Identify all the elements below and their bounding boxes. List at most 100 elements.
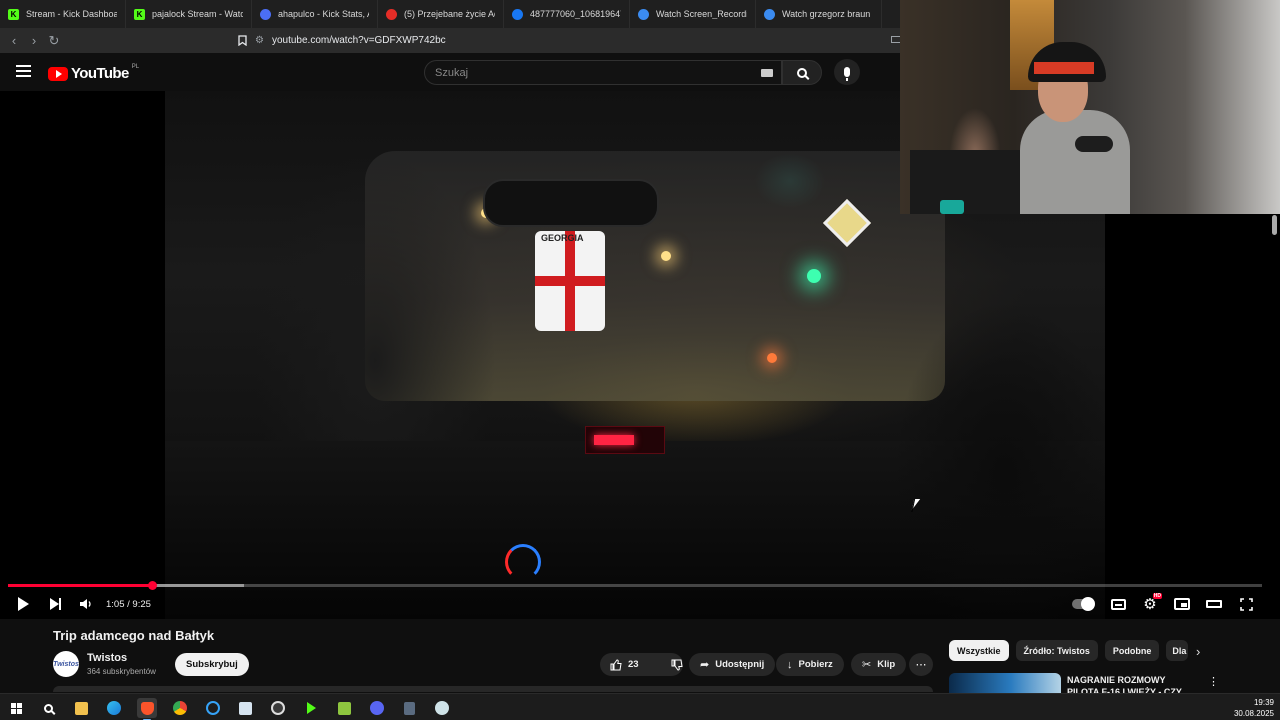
more-actions-button[interactable]: ⋯: [909, 653, 933, 676]
browser-tab[interactable]: ahapulco - Kick Stats, Analytics: [252, 0, 378, 28]
browser-tab[interactable]: Watch Screen_Recording_2: [630, 0, 756, 28]
theater-mode-button[interactable]: [1203, 593, 1225, 615]
search-input[interactable]: Szukaj: [424, 60, 782, 85]
forward-icon[interactable]: ›: [24, 31, 44, 51]
player-controls: 1:05 / 9:25 ⚙ HD: [0, 589, 1280, 619]
browser-tab[interactable]: Watch grzegorz braun | Stre: [756, 0, 882, 28]
taskbar-search[interactable]: [38, 698, 58, 718]
taskbar-app[interactable]: [235, 698, 255, 718]
address-bar[interactable]: ⚙ youtube.com/watch?v=GDFXWP742bc: [255, 31, 895, 50]
taskbar-app[interactable]: [432, 698, 452, 718]
share-button[interactable]: ➦ Udostępnij: [689, 653, 776, 676]
browser-tab[interactable]: K Stream - Kick Dashboard: [0, 0, 126, 28]
start-button[interactable]: [6, 698, 26, 718]
microphone-icon: [844, 67, 850, 81]
like-button[interactable]: 23: [600, 653, 649, 676]
tab-title: pajalock Stream - Watch Live: [152, 9, 243, 19]
green-app-icon: [337, 701, 351, 715]
chip-related[interactable]: Podobne: [1104, 640, 1160, 661]
taskbar-file-explorer[interactable]: [71, 698, 91, 718]
progress-bar[interactable]: [8, 581, 1262, 590]
tab-title: (5) Przejebane życie Adama: [404, 9, 495, 19]
taskbar-brave[interactable]: [137, 698, 157, 720]
tab-title: Stream - Kick Dashboard: [26, 9, 117, 19]
recommendation-title[interactable]: NAGRANIE ROZMOWY PILOTA F-16 I WIEŻY - C…: [1067, 674, 1197, 694]
screen-recorder-icon: [638, 8, 649, 20]
menu-icon[interactable]: [16, 65, 31, 77]
miniplayer-button[interactable]: [1171, 593, 1193, 615]
taskbar-calculator[interactable]: [399, 698, 419, 718]
pennant-text: GEORGIA: [541, 233, 584, 243]
taskbar-chrome[interactable]: [170, 698, 190, 718]
channel-name[interactable]: Twistos: [87, 652, 127, 664]
chip-for-you[interactable]: Dla: [1166, 640, 1189, 661]
youtube-masthead: YouTube PL Szukaj: [0, 53, 900, 91]
site-info-icon[interactable]: ⚙: [255, 35, 264, 46]
webcam-microphone: [1075, 136, 1113, 152]
search-button[interactable]: [782, 60, 822, 85]
taskbar-obs[interactable]: [268, 698, 288, 718]
recommendation-chips: Wszystkie Źródło: Twistos Podobne Dla: [949, 640, 1189, 661]
recommendation-thumbnail[interactable]: [949, 673, 1061, 693]
voice-search-button[interactable]: [834, 59, 860, 85]
chip-all[interactable]: Wszystkie: [949, 640, 1009, 661]
traffic-light: [807, 269, 821, 283]
webcam-streamer-body: [1020, 110, 1130, 214]
taskbar-kick[interactable]: [301, 698, 321, 718]
played-bar: [8, 584, 153, 587]
download-button[interactable]: ↓ Pobierz: [776, 653, 844, 676]
settings-button[interactable]: ⚙ HD: [1139, 593, 1162, 615]
dislike-button[interactable]: [661, 653, 693, 676]
chrome-icon: [173, 701, 187, 715]
subscribe-button[interactable]: Subskrybuj: [175, 653, 249, 676]
back-icon[interactable]: ‹: [4, 31, 24, 51]
fullscreen-button[interactable]: [1235, 593, 1257, 615]
folder-icon: [74, 701, 88, 715]
play-button[interactable]: [12, 593, 34, 615]
browser-toolbar: ‹ › ↻ ⚙ youtube.com/watch?v=GDFXWP742bc: [0, 28, 901, 53]
theater-icon: [1206, 600, 1222, 608]
taskbar-edge[interactable]: [104, 698, 124, 718]
clip-button[interactable]: ✂ Klip: [851, 653, 907, 676]
subtitles-button[interactable]: [1107, 593, 1129, 615]
georgia-flag-pennant: [535, 231, 605, 331]
logo-text: YouTube: [71, 65, 129, 82]
keyboard-icon[interactable]: [761, 69, 773, 77]
address-url: youtube.com/watch?v=GDFXWP742bc: [271, 35, 446, 46]
play-icon: [17, 597, 29, 611]
browser-tab[interactable]: K pajalock Stream - Watch Live: [126, 0, 252, 28]
fullscreen-icon: [1239, 597, 1253, 611]
reload-icon[interactable]: ↻: [44, 31, 64, 51]
thumbs-up-icon: [610, 658, 622, 670]
search-icon: [797, 67, 807, 78]
page-scrollbar[interactable]: [1272, 215, 1277, 235]
next-button[interactable]: [44, 593, 66, 615]
taskbar-discord[interactable]: [367, 698, 387, 718]
system-clock[interactable]: 19:39 30.08.2025: [1234, 697, 1274, 719]
like-dislike-group: 23: [600, 653, 683, 676]
search-placeholder: Szukaj: [435, 66, 469, 79]
hd-badge: HD: [1152, 593, 1162, 599]
tab-title: 487777060_1068196478678: [530, 9, 621, 19]
clip-label: Klip: [877, 659, 896, 670]
autoplay-toggle[interactable]: [1072, 593, 1095, 615]
browser-tab[interactable]: (5) Przejebane życie Adama: [378, 0, 504, 28]
webcam-bandana: [1034, 62, 1094, 74]
calculator-icon: [403, 701, 415, 715]
mute-button[interactable]: [75, 593, 97, 615]
clock-time: 19:39: [1253, 698, 1274, 707]
browser-tab[interactable]: 487777060_1068196478678: [504, 0, 630, 28]
app-icon: [206, 701, 220, 715]
tab-title: Watch grzegorz braun | Stre: [782, 9, 873, 19]
youtube-logo[interactable]: YouTube PL: [48, 64, 139, 82]
autoplay-icon: [1072, 597, 1095, 611]
taskbar-app[interactable]: [203, 698, 223, 718]
share-label: Udostępnij: [715, 659, 765, 670]
channel-avatar[interactable]: Twistos: [53, 651, 79, 677]
chip-source-channel[interactable]: Źródło: Twistos: [1015, 640, 1098, 661]
bookmark-icon[interactable]: [232, 30, 252, 50]
description-box[interactable]: [53, 686, 933, 692]
recommendation-menu-icon[interactable]: ⋮: [1208, 675, 1219, 688]
chevron-right-icon[interactable]: ›: [1196, 644, 1200, 659]
taskbar-app[interactable]: [334, 698, 354, 718]
